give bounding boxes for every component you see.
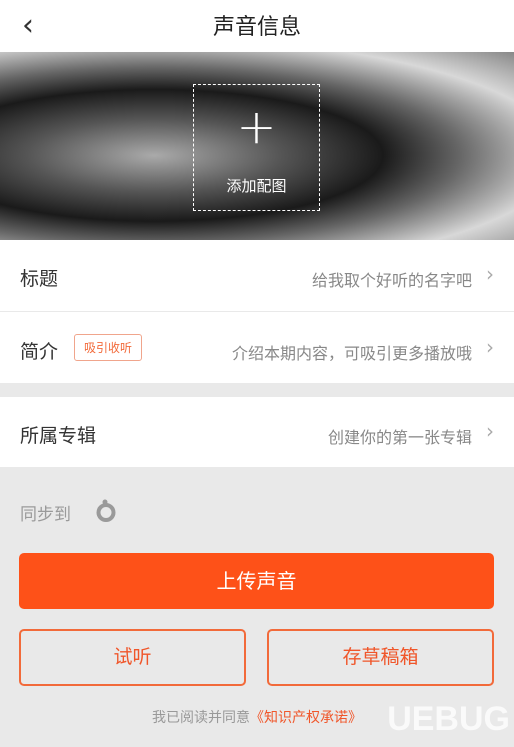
row-label: 简介 xyxy=(20,341,59,363)
intro-placeholder: 介绍本期内容，可吸引更多播放哦 xyxy=(231,344,472,363)
row-title[interactable]: 标题 给我取个好听的名字吧 › xyxy=(0,240,514,311)
row-label: 所属专辑 xyxy=(20,425,97,447)
title-placeholder: 给我取个好听的名字吧 xyxy=(311,271,472,290)
chevron-right-icon: › xyxy=(486,335,494,359)
chevron-right-icon: › xyxy=(486,419,494,443)
album-placeholder: 创建你的第一张专辑 xyxy=(327,428,472,447)
sync-label: 同步到 xyxy=(20,505,71,525)
nav-header: ‹ 声音信息 xyxy=(0,0,514,52)
intro-tag-badge: 吸引收听 xyxy=(74,334,143,361)
upload-button[interactable]: 上传声音 xyxy=(19,553,494,609)
row-album[interactable]: 所属专辑 创建你的第一张专辑 › xyxy=(0,397,514,467)
plus-icon: + xyxy=(236,99,277,155)
row-intro[interactable]: 简介 吸引收听 介绍本期内容，可吸引更多播放哦 › xyxy=(0,312,514,383)
add-cover-button[interactable]: + 添加配图 xyxy=(193,84,320,211)
page-title: 声音信息 xyxy=(212,15,301,40)
ip-commitment-link[interactable]: 《知识产权承诺》 xyxy=(250,710,362,726)
save-draft-button[interactable]: 存草稿箱 xyxy=(267,629,494,686)
row-label: 标题 xyxy=(20,268,59,290)
preview-button[interactable]: 试听 xyxy=(19,629,246,686)
add-cover-label: 添加配图 xyxy=(226,177,287,195)
sync-platform-icon[interactable] xyxy=(96,499,116,522)
agreement-label: 我已阅读并同意 xyxy=(152,710,250,726)
chevron-right-icon: › xyxy=(486,262,494,286)
watermark-logo: UEBUG xyxy=(387,700,510,738)
cover-image: + 添加配图 xyxy=(0,52,514,240)
